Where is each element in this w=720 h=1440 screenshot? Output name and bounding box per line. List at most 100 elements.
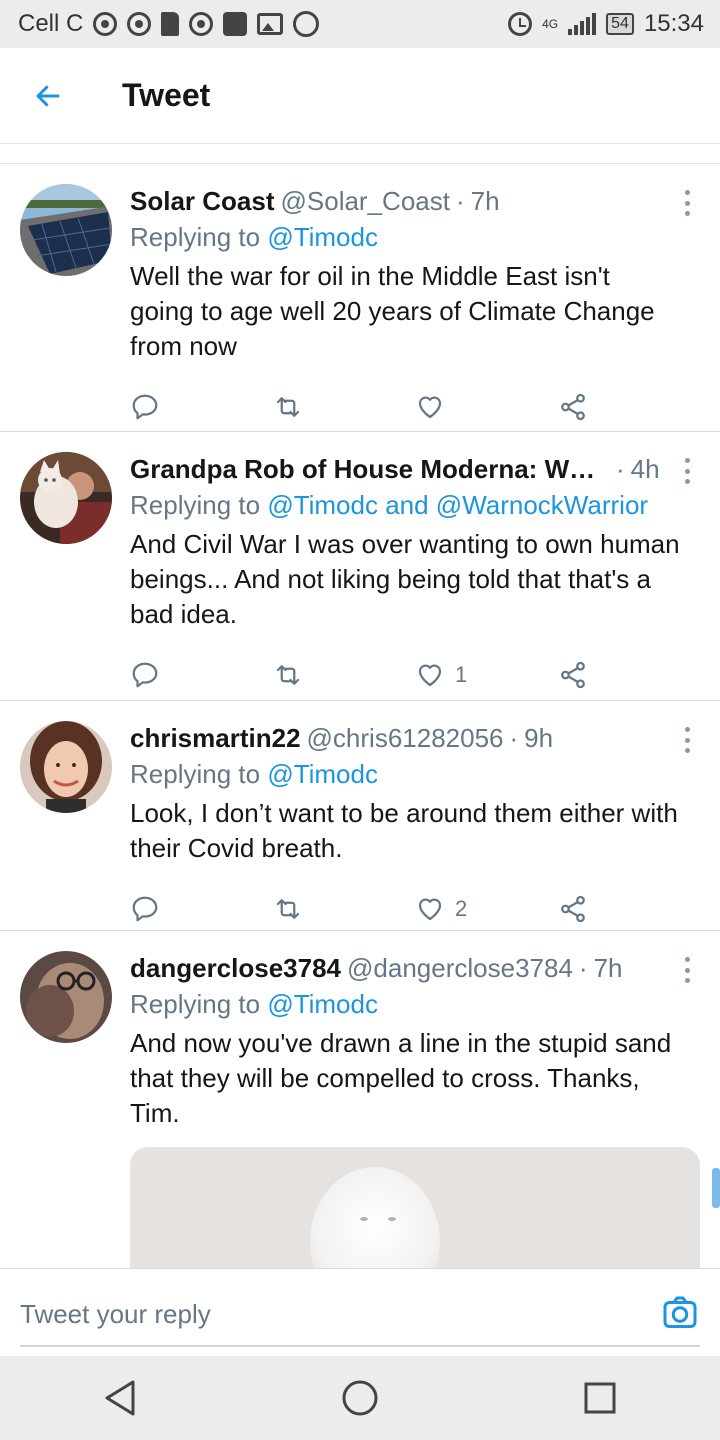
retweet-button[interactable] [273, 392, 416, 422]
like-count: 2 [455, 896, 468, 921]
hotspot-icon [189, 12, 214, 36]
alarm-icon [508, 12, 533, 36]
whatsapp-icon [293, 11, 320, 37]
tweet-item[interactable]: Grandpa Rob of House Moderna: WEA... · 4… [0, 432, 720, 701]
divider [0, 144, 720, 164]
share-icon [560, 393, 585, 421]
more-options-button[interactable] [680, 458, 694, 484]
author-name[interactable]: chrismartin22 [130, 723, 301, 754]
app-notification-icon [223, 12, 248, 36]
tweet-text: And Civil War I was over wanting to own … [130, 529, 680, 629]
more-options-button[interactable] [680, 727, 694, 753]
heart-icon [418, 664, 442, 687]
tweet-text: And now you've drawn a line in the stupi… [130, 1028, 672, 1128]
carrier-label: Cell C [18, 10, 84, 37]
network-type-label: 4G [542, 17, 559, 31]
replying-to: Replying to @Timodc [130, 989, 700, 1020]
solar-panel-avatar-icon [20, 184, 112, 276]
mention-link[interactable]: @Timodc and @WarnockWarrior [267, 490, 648, 520]
tweet-time: 7h [593, 952, 623, 983]
page-title: Tweet [122, 77, 211, 113]
mention-link[interactable]: @Timodc [267, 759, 378, 789]
white-cat-image [310, 1167, 440, 1268]
retweet-icon [276, 899, 299, 919]
back-arrow-icon [36, 85, 60, 106]
retweet-button[interactable] [273, 660, 416, 690]
like-button[interactable]: 1 [415, 660, 558, 690]
more-options-button[interactable] [680, 190, 694, 216]
replying-to: Replying to @Timodc [130, 222, 700, 253]
tweet-item[interactable]: chrismartin22 @chris61282056 · 9h Replyi… [0, 701, 720, 931]
person-with-glasses-avatar-icon [20, 951, 112, 1043]
square-recents-icon [584, 1382, 616, 1414]
share-button[interactable] [558, 392, 701, 422]
separator-dot: · [509, 722, 519, 753]
reply-input[interactable]: Tweet your reply [20, 1283, 700, 1347]
status-bar: Cell C 4G 54 15:34 [0, 0, 720, 48]
author-name[interactable]: dangerclose3784 [130, 953, 341, 984]
sd-card-icon [161, 12, 180, 36]
author-name[interactable]: Solar Coast [130, 186, 275, 217]
retweet-button[interactable] [273, 894, 416, 924]
circle-home-icon [342, 1380, 378, 1416]
tweet-time: 4h [630, 453, 660, 484]
share-button[interactable] [558, 660, 701, 690]
chrome-icon-2 [127, 12, 152, 36]
man-with-cat-avatar-icon [20, 452, 112, 544]
clock: 15:34 [643, 10, 704, 37]
system-navigation-bar [0, 1356, 720, 1440]
author-name[interactable]: Grandpa Rob of House Moderna: WEA... [130, 454, 610, 485]
avatar[interactable] [20, 184, 112, 276]
mention-link[interactable]: @Timodc [267, 989, 378, 1019]
replying-to-label: Replying to [130, 759, 261, 789]
replying-to: Replying to @Timodc [130, 759, 700, 790]
like-button[interactable]: 2 [415, 894, 558, 924]
nav-home-button[interactable] [330, 1368, 390, 1428]
separator-dot: · [616, 453, 625, 484]
more-options-button[interactable] [680, 957, 694, 983]
gallery-icon [257, 13, 284, 35]
back-button[interactable] [0, 48, 96, 144]
nav-back-button[interactable] [90, 1368, 150, 1428]
tweet-item[interactable]: Solar Coast @Solar_Coast · 7h Replying t… [0, 164, 720, 432]
replying-to-label: Replying to [130, 989, 261, 1019]
top-app-bar: Tweet [0, 48, 720, 144]
heart-icon [418, 898, 442, 921]
author-handle[interactable]: @dangerclose3784 [347, 953, 573, 984]
nav-recents-button[interactable] [570, 1368, 630, 1428]
replies-feed[interactable]: Solar Coast @Solar_Coast · 7h Replying t… [0, 144, 720, 1268]
triangle-back-icon [105, 1380, 135, 1416]
reply-composer: Tweet your reply [0, 1268, 720, 1356]
avatar[interactable] [20, 951, 112, 1043]
tweet-text: Well the war for oil in the Middle East … [130, 261, 655, 361]
chrome-icon [93, 12, 118, 36]
reply-button[interactable] [130, 894, 273, 924]
replying-to-label: Replying to [130, 490, 261, 520]
avatar[interactable] [20, 721, 112, 813]
signal-icon [568, 13, 597, 35]
author-handle[interactable]: @chris61282056 [307, 723, 504, 754]
reply-icon [132, 394, 158, 420]
tweet-text: Look, I don’t want to be around them eit… [130, 798, 678, 863]
battery-icon: 54 [606, 13, 634, 35]
share-button[interactable] [558, 894, 701, 924]
tweet-item[interactable]: dangerclose3784 @dangerclose3784 · 7h Re… [0, 931, 720, 1268]
scrollbar[interactable] [712, 1168, 720, 1208]
separator-dot: · [455, 185, 465, 216]
author-handle[interactable]: @Solar_Coast [281, 186, 450, 217]
replying-to: Replying to @Timodc and @WarnockWarrior [130, 490, 700, 521]
tweet-media-image[interactable] [130, 1147, 700, 1268]
reply-button[interactable] [130, 660, 273, 690]
avatar[interactable] [20, 452, 112, 544]
reply-icon [132, 896, 158, 922]
like-button[interactable] [415, 392, 558, 422]
camera-icon[interactable] [662, 1295, 698, 1331]
tweet-time: 9h [524, 722, 554, 753]
retweet-icon [276, 665, 299, 685]
mention-link[interactable]: @Timodc [267, 222, 378, 252]
like-count: 1 [455, 662, 468, 687]
reply-button[interactable] [130, 392, 273, 422]
tweet-time: 7h [470, 185, 500, 216]
replying-to-label: Replying to [130, 222, 261, 252]
share-icon [560, 895, 585, 923]
